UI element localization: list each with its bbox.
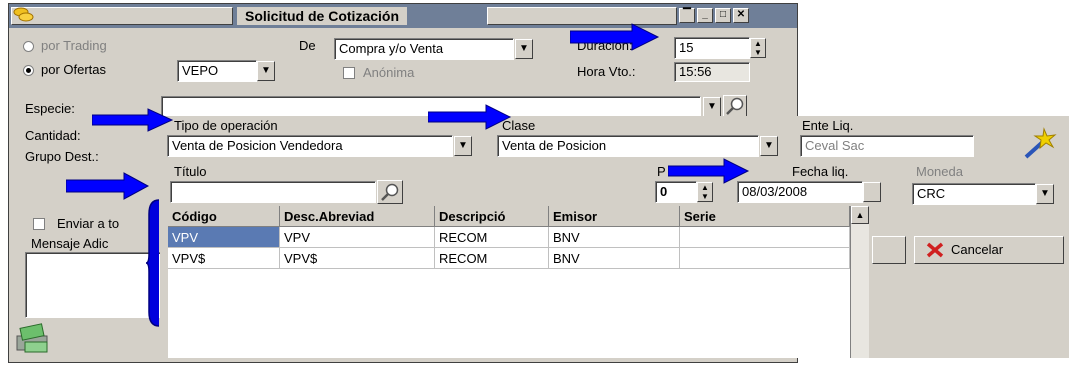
ente-liq-label: Ente Liq.: [802, 118, 854, 133]
chevron-down-icon: ▼: [764, 140, 774, 151]
tipo-operacion-select[interactable]: Venta de Posicion Vendedora: [167, 135, 453, 157]
ok-button-partial[interactable]: [872, 236, 906, 264]
radio-ofertas-label: por Ofertas: [41, 62, 107, 77]
clase-dropdown-button[interactable]: ▼: [760, 136, 778, 156]
maximize-button[interactable]: □: [715, 8, 731, 23]
chevron-down-icon: ▼: [458, 140, 468, 151]
grid-header-emisor[interactable]: Emisor: [549, 206, 680, 227]
hora-vto-value: 15:56: [674, 62, 750, 82]
titulo-input[interactable]: [170, 181, 376, 203]
grid-header-descripcion[interactable]: Descripció: [435, 206, 549, 227]
enviar-label: Enviar a to: [57, 216, 120, 231]
grid-header-serie[interactable]: Serie: [680, 206, 850, 227]
chevron-down-icon: ▼: [519, 43, 529, 54]
enviar-checkbox[interactable]: [33, 218, 45, 230]
fecha-calendar-button[interactable]: [863, 182, 881, 202]
arrow-annotation: [668, 158, 750, 184]
grid-header-desc-abreviada[interactable]: Desc.Abreviad: [280, 206, 435, 227]
cancel-label: Cancelar: [951, 242, 1004, 257]
chevron-down-icon: ▼: [707, 101, 717, 112]
ofertas-select[interactable]: VEPO: [177, 60, 257, 82]
fecha-liq-label: Fecha liq.: [792, 164, 849, 179]
grid-cell-codigo[interactable]: VPV: [168, 227, 280, 248]
de-label: De: [299, 38, 316, 53]
moneda-dropdown-button[interactable]: ▼: [1036, 184, 1054, 204]
grid-cell-serie[interactable]: [680, 248, 850, 269]
title-bar-left-block: [11, 7, 233, 25]
ofertas-dropdown-button[interactable]: ▼: [257, 61, 275, 81]
species-grid: Código Desc.Abreviad Descripció Emisor S…: [168, 206, 858, 358]
grid-cell-serie[interactable]: [680, 227, 850, 248]
titulo-search-button[interactable]: [377, 180, 403, 204]
arrow-annotation: [66, 172, 150, 200]
duracion-spinner[interactable]: ▲ ▼: [750, 38, 766, 58]
chevron-down-icon: ▼: [1040, 188, 1050, 199]
chevron-down-icon: ▼: [261, 65, 271, 76]
grupo-dest-label: Grupo Dest.:: [25, 149, 99, 164]
anonima-label: Anónima: [363, 65, 415, 80]
arrow-annotation: [428, 104, 512, 130]
especie-search-button[interactable]: [723, 95, 747, 118]
cancel-x-icon: [926, 242, 944, 258]
p-label: P: [657, 164, 666, 179]
title-bar[interactable]: Solicitud de Cotización ▔ _ □ ✕: [9, 4, 797, 28]
clase-select[interactable]: Venta de Posicion: [497, 135, 759, 157]
mensaje-textarea[interactable]: [25, 252, 165, 318]
grid-cell-emisor[interactable]: BNV: [549, 248, 680, 269]
p-input[interactable]: 0: [655, 181, 697, 203]
grid-cell-descripcion[interactable]: RECOM: [435, 227, 549, 248]
cancel-button[interactable]: Cancelar: [914, 236, 1064, 264]
minimize-button[interactable]: _: [697, 8, 713, 23]
radio-trading-label: por Trading: [41, 38, 107, 53]
magic-wand-icon[interactable]: [1018, 127, 1060, 161]
grid-cell-codigo[interactable]: VPV$: [168, 248, 280, 269]
grid-cell-desc[interactable]: VPV: [280, 227, 435, 248]
brace-annotation: [145, 198, 160, 328]
ente-liq-input: Ceval Sac: [800, 135, 974, 157]
moneda-label: Moneda: [916, 164, 963, 179]
mensaje-label: Mensaje Adic: [31, 236, 109, 251]
fecha-liq-input[interactable]: 08/03/2008: [737, 181, 863, 203]
money-printer-icon: [13, 322, 53, 358]
especie-label: Especie:: [25, 101, 75, 116]
radio-ofertas[interactable]: [23, 65, 34, 76]
tipo-operacion-dropdown-button[interactable]: ▼: [454, 136, 472, 156]
help-button[interactable]: ▔: [679, 8, 695, 23]
grid-cell-emisor[interactable]: BNV: [549, 227, 680, 248]
radio-trading[interactable]: [23, 41, 34, 52]
tipo-operacion-label: Tipo de operación: [174, 118, 278, 133]
de-select[interactable]: Compra y/o Venta: [334, 38, 514, 60]
magnifier-icon: [726, 97, 744, 115]
chevron-up-icon: ▲: [855, 210, 865, 220]
arrow-annotation: [570, 22, 660, 52]
close-button[interactable]: ✕: [733, 8, 749, 23]
window-title: Solicitud de Cotización: [237, 7, 408, 25]
app-coins-icon: [13, 6, 35, 24]
magnifier-icon: [381, 183, 399, 201]
grid-cell-descripcion[interactable]: RECOM: [435, 248, 549, 269]
p-spinner[interactable]: ▲ ▼: [697, 182, 713, 202]
cantidad-label: Cantidad:: [25, 128, 81, 143]
titulo-label: Título: [174, 164, 207, 179]
grid-header-codigo[interactable]: Código: [168, 206, 280, 227]
grid-scrollbar[interactable]: ▲: [850, 206, 869, 358]
de-dropdown-button[interactable]: ▼: [515, 39, 533, 59]
anonima-checkbox[interactable]: [343, 67, 355, 79]
arrow-annotation: [92, 108, 174, 132]
hora-vto-label: Hora Vto.:: [577, 64, 636, 79]
duracion-input[interactable]: 15: [674, 37, 750, 59]
moneda-select[interactable]: CRC: [912, 183, 1036, 205]
scroll-up-button[interactable]: ▲: [851, 206, 869, 224]
especie-dropdown-button[interactable]: ▼: [703, 97, 721, 117]
grid-cell-desc[interactable]: VPV$: [280, 248, 435, 269]
